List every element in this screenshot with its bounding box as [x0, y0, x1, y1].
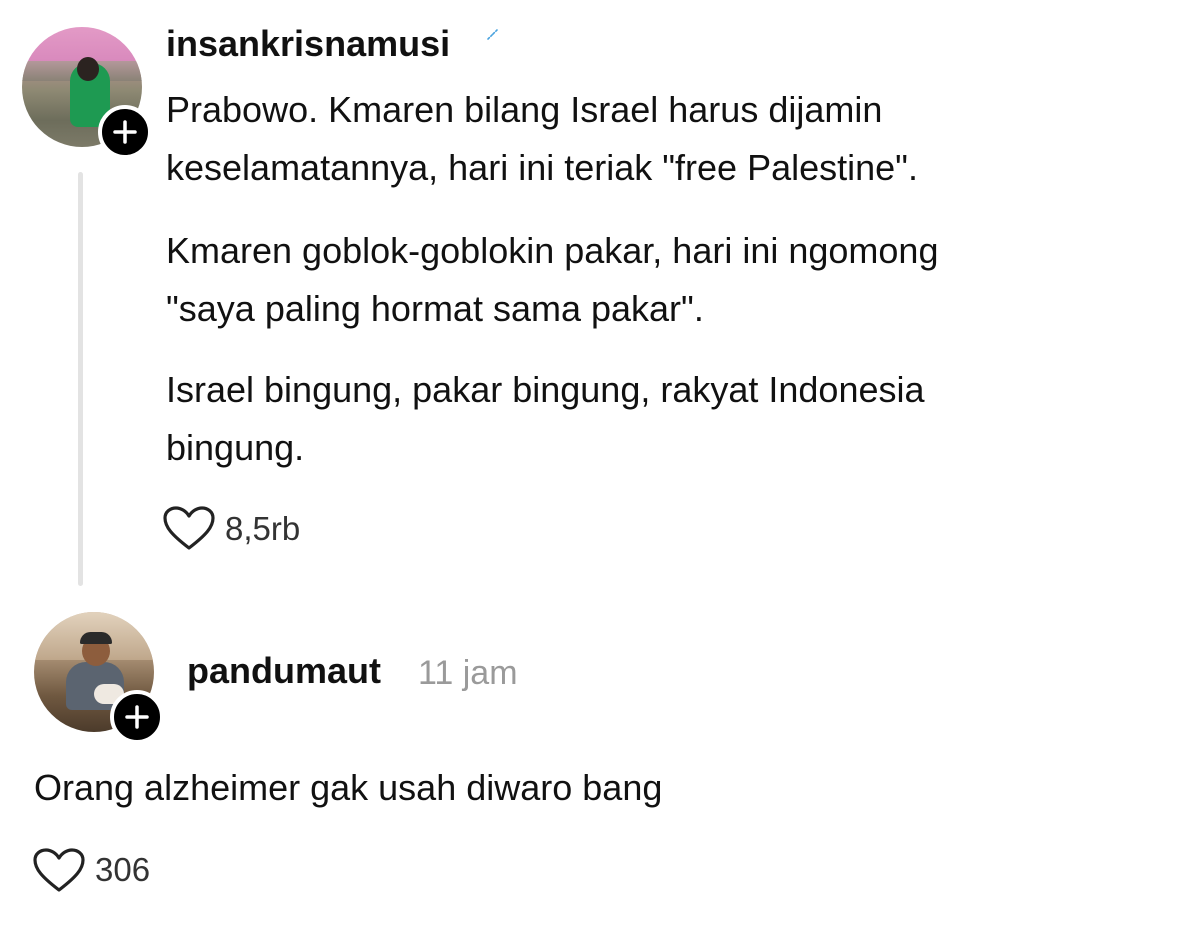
plus-icon	[113, 120, 137, 144]
thread-line	[78, 172, 83, 586]
post-paragraph: Prabowo. Kmaren bilang Israel harus dija…	[166, 81, 918, 197]
plus-icon	[125, 705, 149, 729]
post-text-line: Israel bingung, pakar bingung, rakyat In…	[166, 369, 925, 410]
username[interactable]: pandumaut	[187, 647, 381, 695]
heart-outline-icon[interactable]	[162, 505, 216, 553]
avatar-head	[77, 57, 99, 81]
follow-button[interactable]	[98, 105, 152, 159]
avatar-cap	[80, 632, 112, 644]
like-count: 306	[95, 851, 151, 888]
post-paragraph: Kmaren goblok-goblokin pakar, hari ini n…	[166, 222, 938, 338]
post-text-line: Kmaren goblok-goblokin pakar, hari ini n…	[166, 230, 939, 271]
post-text: Orang alzheimer gak usah diwaro bang	[34, 767, 663, 808]
post-text-line: bingung.	[166, 427, 305, 468]
like-count: 8,5rb	[225, 510, 301, 547]
follow-button[interactable]	[110, 690, 164, 744]
post-text-line: "saya paling hormat sama pakar".	[166, 288, 704, 329]
post-text-line: Prabowo. Kmaren bilang Israel harus dija…	[166, 89, 883, 130]
username[interactable]: insankrisnamusi	[166, 20, 450, 68]
verified-badge-icon	[487, 29, 498, 40]
post-text-line: keselamatannya, hari ini teriak "free Pa…	[166, 147, 918, 188]
timestamp: 11 jam	[418, 654, 518, 692]
post-paragraph: Israel bingung, pakar bingung, rakyat In…	[166, 361, 925, 477]
heart-outline-icon[interactable]	[32, 847, 86, 895]
